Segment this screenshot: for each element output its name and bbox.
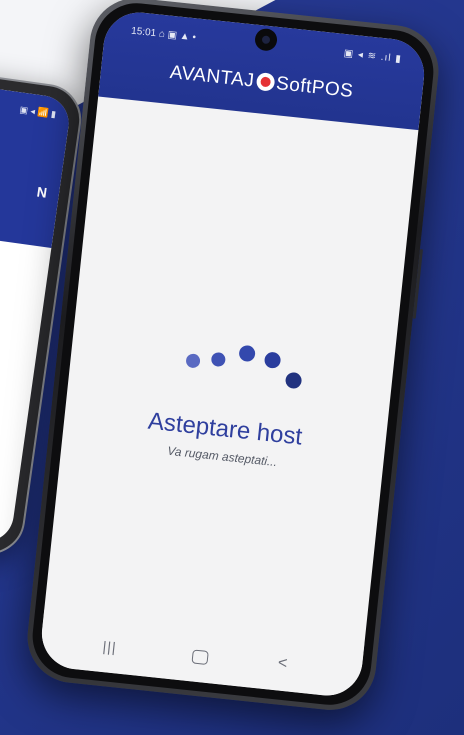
loading-indicator [69,325,394,408]
loading-dot [263,351,282,369]
status-time-text: 15:01 [130,25,157,40]
app-header: 15:01 ⌂ ▣ ▲ • ▣ ◂ ≋ .ıl ▮ AVANTAJ SoftPOS [98,8,428,131]
brand-mark-icon [255,71,276,92]
brand-left-text: AVANTAJ [168,61,256,92]
brand-right-text: SoftPOS [275,73,355,103]
loading-dot [210,351,227,368]
recent-apps-icon[interactable]: ||| [102,638,118,655]
status-time: 15:01 ⌂ ▣ ▲ • [131,26,197,44]
system-nav-bar: ||| < [38,609,365,700]
loading-dot [185,353,201,369]
phone-frame: 15:01 ⌂ ▣ ▲ • ▣ ◂ ≋ .ıl ▮ AVANTAJ SoftPOS… [23,0,443,715]
back-icon[interactable]: < [277,654,288,673]
phone-screen: 15:01 ⌂ ▣ ▲ • ▣ ◂ ≋ .ıl ▮ AVANTAJ SoftPOS… [38,8,428,700]
background-status-icons: ▣ ◂ 📶 ▮ [18,104,57,120]
background-header-letter: N [35,183,49,201]
home-icon[interactable] [191,649,209,666]
status-right-icons: ▣ ◂ ≋ .ıl ▮ [343,47,403,65]
background-phone-header: ▣ ◂ 📶 ▮ N [0,68,73,249]
loading-dot [238,344,256,363]
side-button [412,248,423,319]
status-left-icons: ⌂ ▣ ▲ • [158,28,197,44]
loading-dot [284,371,303,390]
phone-bezel: 15:01 ⌂ ▣ ▲ • ▣ ◂ ≋ .ıl ▮ AVANTAJ SoftPOS… [28,0,438,709]
